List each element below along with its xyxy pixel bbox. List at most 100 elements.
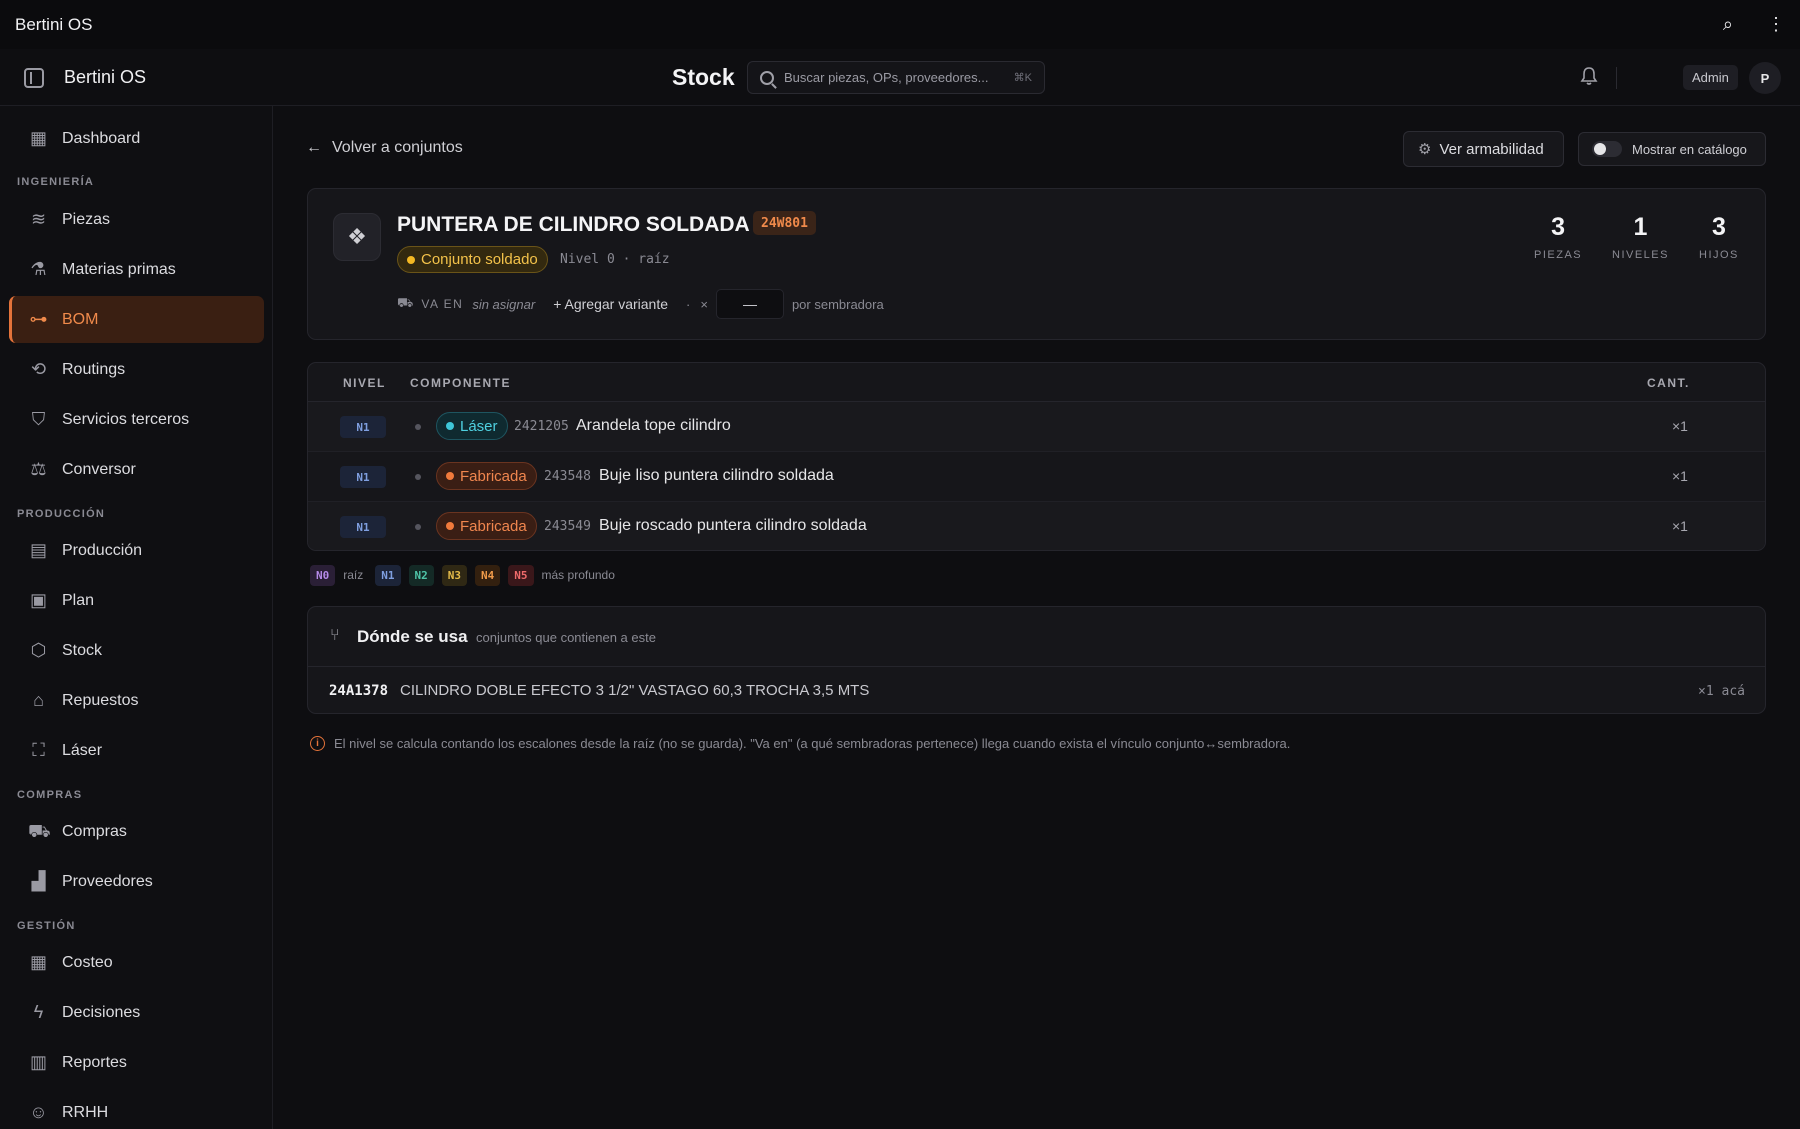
legend-n4: N4 — [475, 564, 501, 586]
kebab-icon[interactable]: ⋮ — [1767, 14, 1785, 35]
sidebar-item-rrhh[interactable]: ☺ RRHH — [9, 1089, 264, 1129]
back-label: Volver a conjuntos — [332, 139, 463, 156]
global-search[interactable]: ⌘K — [747, 61, 1045, 94]
search-shortcut: ⌘K — [1013, 72, 1032, 84]
list-item[interactable]: 24A1378 CILINDRO DOBLE EFECTO 3 1/2" VAS… — [308, 667, 1765, 713]
legend-n5: N5 — [508, 564, 534, 586]
level-badge: N1 — [340, 416, 386, 438]
sidebar-item-stock[interactable]: ⬡ Stock — [9, 627, 264, 674]
parent-name[interactable]: CILINDRO DOBLE EFECTO 3 1/2" VASTAGO 60,… — [400, 682, 869, 699]
magnifier-icon[interactable]: ⌕ — [1723, 14, 1733, 35]
assembly-level-text: Nivel 0 · raíz — [560, 252, 670, 267]
part-code: 2421205 — [514, 419, 569, 434]
sidebar-item-label: Producción — [62, 541, 143, 559]
sidebar-item-laser[interactable]: ⛶ Láser — [9, 727, 264, 774]
sidebar-item-label: Servicios terceros — [62, 410, 190, 428]
search-input[interactable] — [784, 70, 1014, 85]
back-to-assemblies-link[interactable]: ← Volver a conjuntos — [306, 139, 463, 157]
sidebar-item-materias-primas[interactable]: ⚗ Materias primas — [9, 246, 264, 293]
sidebar: ▦ Dashboard INGENIERÍA ≋ Piezas ⚗ Materi… — [0, 106, 273, 1129]
sidebar-item-label: BOM — [62, 310, 99, 328]
sidebar-item-produccion[interactable]: ▤ Producción — [9, 527, 264, 574]
calendar-icon: ▣ — [29, 590, 47, 610]
sidebar-item-costeo[interactable]: ▦ Costeo — [9, 939, 264, 986]
brand-name: Bertini OS — [64, 67, 147, 87]
sidebar-item-label: Routings — [62, 360, 126, 378]
parent-code: 24A1378 — [329, 683, 389, 699]
armability-label: Ver armabilidad — [1439, 140, 1544, 158]
flask-icon: ⚗ — [30, 259, 47, 279]
table-row[interactable]: N1 Fabricada 243549 Buje roscado puntera… — [308, 502, 1765, 550]
parent-qty: ×1 acá — [1698, 684, 1745, 699]
info-note: i El nivel se calcula contando los escal… — [310, 736, 1290, 751]
sidebar-item-piezas[interactable]: ≋ Piezas — [9, 196, 264, 243]
part-name[interactable]: Arandela tope cilindro — [576, 417, 731, 435]
stat-label: PIEZAS — [1534, 249, 1583, 261]
scan-icon: ⛶ — [32, 740, 45, 760]
table-row[interactable]: N1 Láser 2421205 Arandela tope cilindro … — [308, 402, 1765, 452]
assembly-type-label: Conjunto soldado — [421, 251, 538, 268]
part-name[interactable]: Buje roscado puntera cilindro soldada — [599, 517, 867, 535]
part-qty: ×1 — [1672, 418, 1688, 434]
sidebar-item-label: Piezas — [62, 210, 111, 228]
avatar[interactable]: P — [1749, 62, 1781, 94]
stat-pieces: 3 PIEZAS — [1534, 213, 1582, 261]
assembly-title: PUNTERA DE CILINDRO SOLDADA — [397, 213, 750, 236]
sidebar-item-label: Conversor — [62, 460, 136, 478]
header-divider — [1616, 67, 1617, 89]
box-icon: ⬡ — [30, 640, 47, 660]
bell-icon[interactable] — [1580, 66, 1598, 86]
calculator-icon: ▦ — [29, 952, 47, 972]
toggle-switch[interactable] — [1592, 141, 1622, 157]
type-dot — [446, 422, 454, 430]
sidebar-item-proveedores[interactable]: ▟ Proveedores — [9, 858, 264, 905]
sidebar-item-decisiones[interactable]: ϟ Decisiones — [9, 989, 264, 1036]
part-code: 243549 — [544, 519, 591, 534]
dashboard-icon: ▦ — [29, 128, 47, 148]
column-header-level: NIVEL — [343, 376, 386, 390]
sidebar-item-label: Láser — [62, 741, 103, 759]
sidebar-section-compras: COMPRAS — [17, 789, 83, 801]
sidebar-item-reportes[interactable]: ▥ Reportes — [9, 1039, 264, 1086]
stat-label: HIJOS — [1699, 249, 1739, 261]
sidebar-item-repuestos[interactable]: ⌂ Repuestos — [9, 677, 264, 724]
sidebar-item-servicios-terceros[interactable]: ⛉ Servicios terceros — [9, 396, 264, 443]
sidebar-section-produccion: PRODUCCIÓN — [17, 508, 106, 520]
assembly-code-badge: 24W801 — [753, 211, 816, 235]
tractor-icon: ⛟ — [397, 295, 414, 310]
sidebar-item-dashboard[interactable]: ▦ Dashboard — [9, 115, 264, 162]
va-en-label: VA EN — [421, 297, 464, 311]
git-branch-icon: ⑂ — [330, 627, 340, 644]
legend-n3: N3 — [441, 564, 468, 586]
qty-per-seeder-input[interactable]: — — [715, 289, 784, 319]
add-variant-button[interactable]: + Agregar variante — [553, 296, 668, 312]
legend-n0: N0 — [310, 564, 336, 586]
handshake-icon: ⛉ — [31, 409, 46, 429]
va-en-row: ⛟ VA EN sin asignar + Agregar variante ·… — [397, 289, 884, 319]
sidebar-section-gestion: GESTIÓN — [17, 920, 76, 932]
row-dot — [415, 474, 421, 480]
times-symbol: × — [700, 296, 708, 312]
per-seeder-label: por sembradora — [791, 296, 884, 312]
va-en-separator: · — [686, 296, 691, 312]
level-badge: N1 — [340, 516, 386, 538]
legend-n5-label: más profundo — [541, 568, 615, 582]
sidebar-item-label: Compras — [62, 822, 127, 840]
assembly-cubes-icon: ❖ — [333, 213, 381, 261]
sidebar-toggle-icon[interactable] — [24, 68, 44, 88]
part-name[interactable]: Buje liso puntera cilindro soldada — [599, 467, 834, 485]
sidebar-item-routings[interactable]: ⟲ Routings — [9, 346, 264, 393]
page-title: Stock — [672, 64, 735, 90]
sidebar-item-conversor[interactable]: ⚖ Conversor — [9, 446, 264, 493]
sidebar-item-compras[interactable]: ⛟ Compras — [9, 808, 264, 855]
cubes-icon: ⚙ — [1418, 141, 1432, 158]
clipboard-icon: ▤ — [29, 540, 47, 560]
view-armability-button[interactable]: ⚙ Ver armabilidad — [1403, 131, 1564, 167]
table-row[interactable]: N1 Fabricada 243548 Buje liso puntera ci… — [308, 452, 1765, 502]
where-used-subtitle: conjuntos que contienen a este — [476, 630, 656, 645]
info-note-text: El nivel se calcula contando los escalon… — [334, 736, 1291, 751]
sidebar-item-bom[interactable]: ⊶ BOM — [9, 296, 264, 343]
sidebar-item-plan[interactable]: ▣ Plan — [9, 577, 264, 624]
show-in-catalog-toggle[interactable]: Mostrar en catálogo — [1578, 132, 1766, 166]
stat-levels: 1 NIVELES — [1612, 213, 1669, 261]
